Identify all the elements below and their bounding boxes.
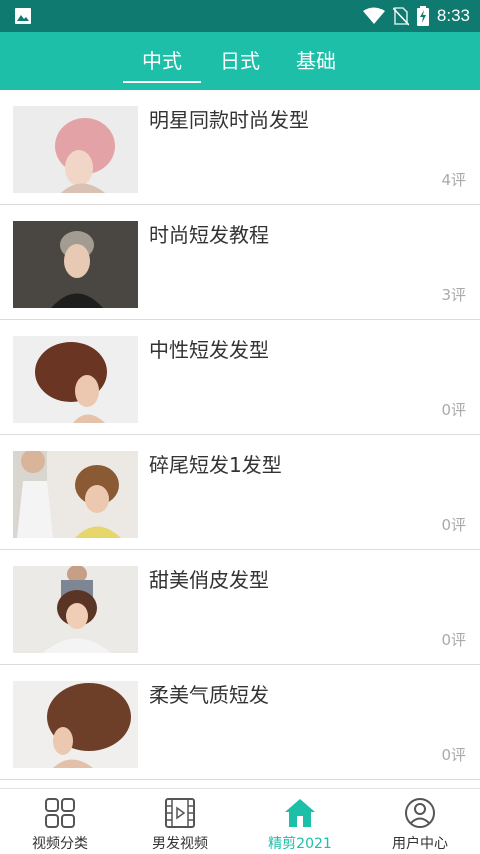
nav-male-hair-videos[interactable]: 男发视频 [120, 789, 240, 854]
comment-count: 0评 [441, 746, 466, 764]
nav-label: 男发视频 [152, 836, 208, 852]
video-title: 柔美气质短发 [149, 683, 269, 707]
video-title: 明星同款时尚发型 [149, 108, 309, 132]
video-list-item[interactable]: 甜美俏皮发型 0评 [0, 550, 480, 665]
nav-label: 用户中心 [392, 836, 448, 852]
video-thumbnail [13, 566, 138, 653]
tab-japanese-style[interactable]: 日式 [208, 32, 272, 90]
comment-count: 0评 [441, 401, 466, 419]
wifi-icon [362, 7, 385, 24]
video-list-item[interactable]: 中性短发发型 0评 [0, 320, 480, 435]
video-list-item[interactable]: 碎尾短发1发型 0评 [0, 435, 480, 550]
video-title: 时尚短发教程 [149, 223, 269, 247]
video-list: 明星同款时尚发型 4评 时尚短发教程 3评 中性短发发型 0评 碎尾短发1发型 … [0, 90, 480, 780]
home-icon [285, 799, 315, 827]
video-title: 甜美俏皮发型 [149, 568, 269, 592]
video-list-item[interactable]: 明星同款时尚发型 4评 [0, 90, 480, 205]
video-thumbnail [13, 336, 138, 423]
category-tab-bar: 中式 日式 基础 [0, 32, 480, 90]
nav-user-center[interactable]: 用户中心 [360, 789, 480, 854]
status-bar: 8:33 [0, 0, 480, 32]
battery-charging-icon [416, 6, 429, 26]
nav-video-categories[interactable]: 视频分类 [0, 789, 120, 854]
film-icon [165, 798, 195, 828]
bottom-navigation: 视频分类 男发视频 精剪2021 用户中心 [0, 788, 480, 854]
comment-count: 4评 [441, 171, 466, 189]
nav-home-active[interactable]: 精剪2021 [240, 789, 360, 854]
grid-icon [45, 798, 75, 828]
nav-label: 视频分类 [32, 836, 88, 852]
active-tab-indicator [123, 81, 201, 83]
comment-count: 0评 [441, 516, 466, 534]
image-icon [15, 8, 31, 24]
comment-count: 3评 [441, 286, 466, 304]
video-list-item[interactable]: 柔美气质短发 0评 [0, 665, 480, 780]
comment-count: 0评 [441, 631, 466, 649]
nav-label: 精剪2021 [268, 836, 332, 852]
no-sim-icon [392, 7, 409, 26]
video-thumbnail [13, 221, 138, 308]
status-time: 8:33 [436, 6, 470, 25]
video-title: 碎尾短发1发型 [149, 453, 282, 477]
video-thumbnail [13, 681, 138, 768]
user-icon [405, 798, 435, 828]
video-thumbnail [13, 451, 138, 538]
video-list-item[interactable]: 时尚短发教程 3评 [0, 205, 480, 320]
video-thumbnail [13, 106, 138, 193]
tab-basics[interactable]: 基础 [284, 32, 348, 90]
video-title: 中性短发发型 [149, 338, 269, 362]
